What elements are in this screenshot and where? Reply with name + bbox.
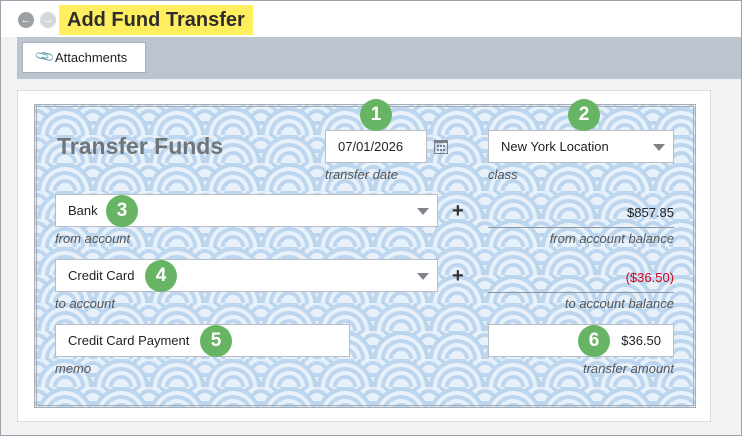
form-title: Transfer Funds xyxy=(57,133,224,159)
transfer-date-input[interactable]: 07/01/2026 xyxy=(325,130,427,163)
page-title: Add Fund Transfer xyxy=(59,5,253,35)
chevron-down-icon xyxy=(417,208,429,215)
callout-badge-4: 4 xyxy=(145,260,177,292)
paperclip-icon: 📎 xyxy=(33,45,56,68)
from-balance-divider xyxy=(488,227,674,228)
to-account-label: to account xyxy=(55,296,115,311)
calendar-icon[interactable] xyxy=(434,140,448,154)
from-account-balance: $857.85 xyxy=(627,205,674,220)
from-account-label: from account xyxy=(55,231,131,246)
back-arrow-icon[interactable]: ← xyxy=(18,12,34,28)
title-bar: ← → Add Fund Transfer xyxy=(1,1,741,37)
callout-badge-6: 6 xyxy=(578,325,610,357)
callout-badge-1: 1 xyxy=(360,99,392,131)
class-value: New York Location xyxy=(501,139,609,154)
to-account-balance-label: to account balance xyxy=(564,296,674,311)
from-account-value: Bank xyxy=(68,203,98,218)
to-account-balance: ($36.50) xyxy=(625,270,674,285)
chevron-down-icon xyxy=(417,273,429,280)
transfer-date-value: 07/01/2026 xyxy=(338,139,404,154)
transfer-amount-value: $36.50 xyxy=(621,333,661,348)
transfer-funds-card: Transfer Funds 07/01/2026 transfer date … xyxy=(34,99,696,408)
memo-label: memo xyxy=(55,361,92,376)
add-from-account-button[interactable]: + xyxy=(452,200,464,223)
to-balance-divider xyxy=(488,292,674,293)
memo-value: Credit Card Payment xyxy=(68,333,190,348)
chevron-down-icon xyxy=(653,144,665,151)
to-account-value: Credit Card xyxy=(68,268,135,283)
toolbar: 📎Attachments xyxy=(17,37,741,79)
content-panel: Transfer Funds 07/01/2026 transfer date … xyxy=(17,90,711,422)
transfer-amount-label: transfer amount xyxy=(582,361,674,376)
class-dropdown[interactable]: New York Location xyxy=(488,130,674,163)
add-to-account-button[interactable]: + xyxy=(452,265,464,288)
callout-badge-5: 5 xyxy=(200,325,232,357)
forward-arrow-icon[interactable]: → xyxy=(40,12,56,28)
callout-badge-2: 2 xyxy=(568,99,600,131)
class-label: class xyxy=(488,167,518,182)
transfer-date-label: transfer date xyxy=(325,167,398,182)
callout-badge-3: 3 xyxy=(106,195,138,227)
from-account-balance-label: from account balance xyxy=(549,231,674,246)
attachments-label: Attachments xyxy=(55,50,128,65)
to-account-dropdown[interactable]: Credit Card xyxy=(55,259,438,292)
attachments-button[interactable]: 📎Attachments xyxy=(22,42,146,73)
